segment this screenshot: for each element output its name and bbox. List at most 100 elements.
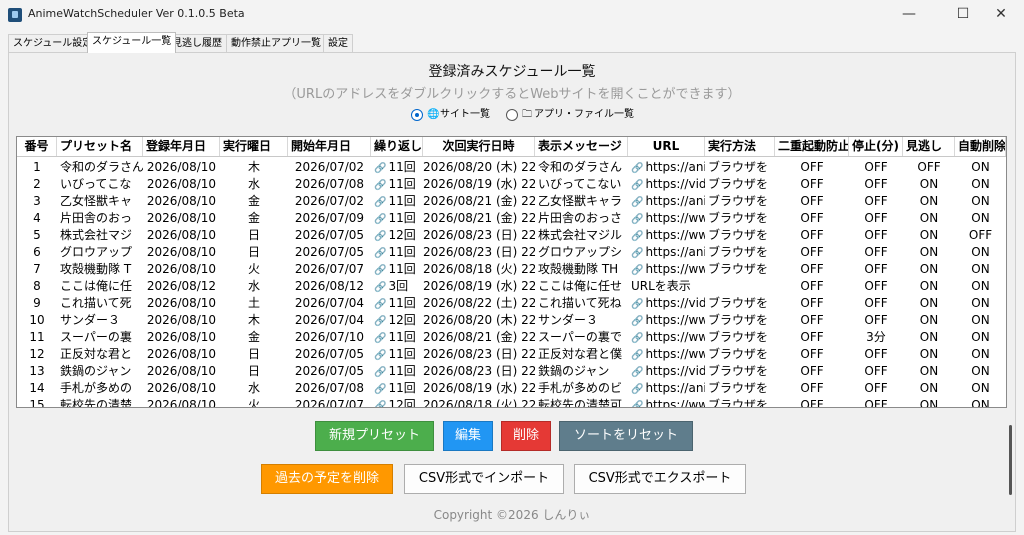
cell-url[interactable]: 🔗 https://ww <box>628 210 705 227</box>
cell-stop: OFF <box>849 346 903 363</box>
delete-past-button[interactable]: 過去の予定を削除 <box>261 464 393 494</box>
col-header-double-launch[interactable]: 二重起動防止 <box>775 137 849 156</box>
cell-text: ON <box>919 364 939 378</box>
cell-weekday: 水 <box>220 278 288 295</box>
cell-url[interactable]: 🔗 https://vid <box>628 363 705 380</box>
cell-number: 4 <box>17 210 57 227</box>
table-row[interactable]: 13 鉄鍋のジャン 2026/08/10 日 2026/07/05 🔗 11回 2026/08… <box>17 363 1006 380</box>
minimize-button[interactable]: — <box>886 0 932 30</box>
cell-url[interactable]: 🔗 https://ww <box>628 312 705 329</box>
cell-text: ON <box>919 194 939 208</box>
table-row[interactable]: 6 グロウアップ 2026/08/10 日 2026/07/05 🔗 11回 2026/08/… <box>17 244 1006 261</box>
cell-registered: 2026/08/10 <box>143 159 220 176</box>
col-header-start-date[interactable]: 開始年月日 <box>288 137 371 156</box>
cell-url[interactable]: 🔗 https://ww <box>628 346 705 363</box>
table-row[interactable]: 12 正反対な君と 2026/08/10 日 2026/07/05 🔗 11回 2026/08… <box>17 346 1006 363</box>
cell-url[interactable]: 🔗 https://ani <box>628 244 705 261</box>
cell-text: OFF <box>800 245 824 259</box>
cell-weekday: 火 <box>220 261 288 278</box>
table-row[interactable]: 2 いびってこな 2026/08/10 水 2026/07/08 🔗 11回 2026/08/… <box>17 176 1006 193</box>
new-preset-button[interactable]: 新規プリセット <box>315 421 434 451</box>
cell-text: 転校先の清楚可 <box>538 398 623 408</box>
cell-text: ON <box>919 398 939 408</box>
cell-weekday: 日 <box>220 363 288 380</box>
col-header-missed[interactable]: 見逃し <box>903 137 955 156</box>
cell-text: ブラウザを <box>708 347 769 361</box>
cell-text: 13 <box>29 364 45 378</box>
table-row[interactable]: 1 令和のダラさん 2026/08/10 木 2026/07/02 🔗 11回 2026/08… <box>17 159 1006 176</box>
cell-weekday: 金 <box>220 210 288 227</box>
tab-settings[interactable]: 設定 <box>323 34 353 52</box>
tab-schedule-list[interactable]: スケジュール一覧 <box>87 32 177 53</box>
col-header-auto-delete[interactable]: 自動削除 <box>955 137 1006 156</box>
scrollbar-thumb[interactable] <box>1009 425 1012 495</box>
cell-text: OFF <box>864 296 888 310</box>
col-header-repeat[interactable]: 繰り返し回数 <box>371 137 423 156</box>
cell-url[interactable]: 🔗 https://ww <box>628 261 705 278</box>
table-row[interactable]: 10 サンダー３ 2026/08/10 木 2026/07/04 🔗 12回 2026/08/… <box>17 312 1006 329</box>
col-header-url[interactable]: URL <box>628 137 705 156</box>
tab-schedule-settings[interactable]: スケジュール設定 <box>8 34 98 52</box>
col-header-stop[interactable]: 停止(分) <box>849 137 903 156</box>
cell-url[interactable]: 🔗 https://vid <box>628 295 705 312</box>
col-header-number[interactable]: 番号 <box>17 137 57 156</box>
cell-text: 2026/08/19 (水) 22 <box>423 381 535 395</box>
delete-button[interactable]: 削除 <box>501 421 551 451</box>
cell-url[interactable]: URLを表示 <box>628 278 705 295</box>
cell-missed: ON <box>903 244 955 261</box>
col-header-preset[interactable]: プリセット名 <box>57 137 143 156</box>
cell-preset: サンダー３ <box>57 312 143 329</box>
edit-button[interactable]: 編集 <box>443 421 493 451</box>
link-icon: 🔗 <box>374 401 387 408</box>
tab-blocked-apps[interactable]: 動作禁止アプリ一覧 <box>226 34 326 52</box>
col-header-method[interactable]: 実行方法 <box>705 137 775 156</box>
table-row[interactable]: 15 転校先の清楚 2026/08/10 火 2026/07/07 🔗 12回 2026/08… <box>17 397 1006 408</box>
col-header-next-run[interactable]: 次回実行日時 <box>423 137 535 156</box>
cell-next-run: 2026/08/22 (土) 22 <box>423 295 535 312</box>
cell-text: 3 <box>33 194 41 208</box>
cell-url[interactable]: 🔗 https://vid <box>628 176 705 193</box>
cell-text: サンダー３ <box>538 313 599 327</box>
table-row[interactable]: 7 攻殻機動隊 T 2026/08/10 火 2026/07/07 🔗 11回 2026/08… <box>17 261 1006 278</box>
schedule-table[interactable]: 番号 プリセット名 登録年月日 実行曜日 開始年月日 繰り返し回数 次回実行日時… <box>16 136 1007 408</box>
cell-repeat: 🔗 12回 <box>371 312 423 329</box>
cell-text: ON <box>919 296 939 310</box>
table-row[interactable]: 9 これ描いて死 2026/08/10 土 2026/07/04 🔗 11回 2026/08/… <box>17 295 1006 312</box>
cell-url[interactable]: 🔗 https://ww <box>628 397 705 407</box>
cell-text: 11回 <box>388 347 416 361</box>
col-header-registered[interactable]: 登録年月日 <box>143 137 220 156</box>
close-button[interactable]: ✕ <box>978 0 1024 30</box>
cell-text: 14 <box>29 381 45 395</box>
csv-import-button[interactable]: CSV形式でインポート <box>404 464 564 494</box>
radio-button-unselected[interactable] <box>506 109 518 121</box>
table-row[interactable]: 8 ここは俺に任 2026/08/12 水 2026/08/12 🔗 3回 2026/08/1… <box>17 278 1006 295</box>
cell-text: https://ww <box>645 262 705 276</box>
reset-sort-button[interactable]: ソートをリセット <box>559 421 693 451</box>
cell-repeat: 🔗 11回 <box>371 380 423 397</box>
col-header-weekday[interactable]: 実行曜日 <box>220 137 288 156</box>
table-row[interactable]: 4 片田舎のおっ 2026/08/10 金 2026/07/09 🔗 11回 2026/08/… <box>17 210 1006 227</box>
radio-button-selected[interactable] <box>411 109 423 121</box>
cell-next-run: 2026/08/21 (金) 22 <box>423 329 535 346</box>
table-row[interactable]: 11 スーパーの裏 2026/08/10 金 2026/07/10 🔗 11回 2026/08… <box>17 329 1006 346</box>
cell-url[interactable]: 🔗 https://ani <box>628 159 705 176</box>
cell-text: 手札が多めのビ <box>538 381 623 395</box>
table-row[interactable]: 3 乙女怪獣キャ 2026/08/10 金 2026/07/02 🔗 11回 2026/08/… <box>17 193 1006 210</box>
col-header-message[interactable]: 表示メッセージ <box>535 137 628 156</box>
cell-text: 2026/08/18 (火) 22 <box>423 262 535 276</box>
cell-preset: 令和のダラさん <box>57 159 143 176</box>
cell-url[interactable]: 🔗 https://ani <box>628 193 705 210</box>
cell-url[interactable]: 🔗 https://ani <box>628 380 705 397</box>
cell-text: ON <box>971 398 990 408</box>
cell-url[interactable]: 🔗 https://ww <box>628 329 705 346</box>
table-row[interactable]: 5 株式会社マジ 2026/08/10 日 2026/07/05 🔗 12回 2026/08/… <box>17 227 1006 244</box>
cell-url[interactable]: 🔗 https://ww <box>628 227 705 244</box>
cell-number: 11 <box>17 329 57 346</box>
table-row[interactable]: 14 手札が多めの 2026/08/10 水 2026/07/08 🔗 11回 2026/08… <box>17 380 1006 397</box>
cell-text: 2026/08/10 <box>146 194 217 208</box>
cell-text: 2026/08/20 (木) 22 <box>423 160 535 174</box>
cell-repeat: 🔗 11回 <box>371 210 423 227</box>
csv-export-button[interactable]: CSV形式でエクスポート <box>574 464 746 494</box>
cell-text: OFF <box>968 228 993 242</box>
cell-next-run: 2026/08/23 (日) 22 <box>423 346 535 363</box>
